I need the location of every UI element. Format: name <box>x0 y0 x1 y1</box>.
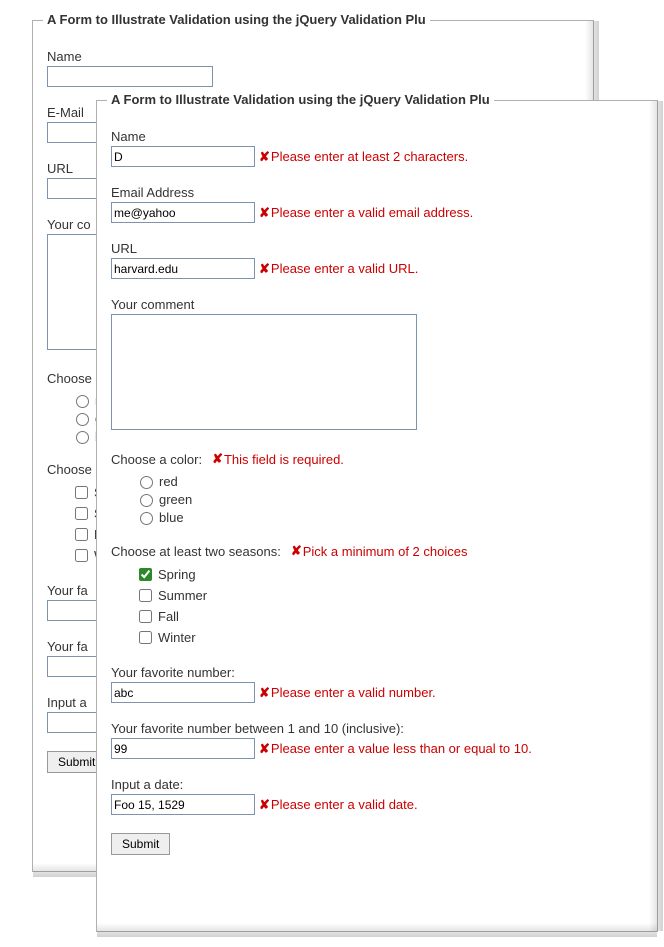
url-error: ✘Please enter a valid URL. <box>259 261 418 277</box>
error-icon: ✘ <box>259 205 270 221</box>
name-label: Name <box>111 129 643 144</box>
season-option-label: Winter <box>158 630 196 645</box>
form-legend: A Form to Illustrate Validation using th… <box>43 12 430 27</box>
error-text: Please enter a valid number. <box>271 685 436 700</box>
color-radio-green[interactable] <box>76 413 89 426</box>
submit-button[interactable]: Submit <box>111 833 170 855</box>
form-legend: A Form to Illustrate Validation using th… <box>107 92 494 107</box>
name-input[interactable] <box>111 146 255 167</box>
favnum-error: ✘Please enter a valid number. <box>259 685 436 701</box>
season-option-label: Fall <box>158 609 179 624</box>
favnum-input[interactable] <box>111 682 255 703</box>
color-option-label: blue <box>159 510 184 525</box>
color-error: ✘This field is required. <box>212 451 344 467</box>
seasons-label: Choose at least two seasons: <box>111 544 281 559</box>
season-checkbox-fall[interactable] <box>75 528 88 541</box>
season-checkbox-fall[interactable] <box>139 610 152 623</box>
color-label: Choose a color: <box>111 452 202 467</box>
error-text: Please enter a valid date. <box>271 797 418 812</box>
name-input[interactable] <box>47 66 213 87</box>
url-input[interactable] <box>111 258 255 279</box>
name-error: ✘Please enter at least 2 characters. <box>259 149 468 165</box>
email-label: Email Address <box>111 185 643 200</box>
error-icon: ✘ <box>212 451 223 467</box>
color-option-label: green <box>159 492 192 507</box>
color-radio-blue[interactable] <box>140 512 153 525</box>
seasons-label: Choose <box>47 462 92 477</box>
error-icon: ✘ <box>291 543 302 559</box>
error-text: Please enter at least 2 characters. <box>271 149 468 164</box>
season-checkbox-spring[interactable] <box>139 568 152 581</box>
season-checkbox-winter[interactable] <box>139 631 152 644</box>
color-option-label: red <box>159 474 178 489</box>
season-checkbox-spring[interactable] <box>75 486 88 499</box>
season-checkbox-summer[interactable] <box>139 589 152 602</box>
error-text: Please enter a valid URL. <box>271 261 418 276</box>
error-icon: ✘ <box>259 741 270 757</box>
form-panel-foreground: A Form to Illustrate Validation using th… <box>96 100 658 932</box>
error-icon: ✘ <box>259 261 270 277</box>
season-option-label: Summer <box>158 588 207 603</box>
favrange-label: Your favorite number between 1 and 10 (i… <box>111 721 643 736</box>
error-text: Pick a minimum of 2 choices <box>303 544 468 559</box>
comment-label: Your comment <box>111 297 643 312</box>
error-text: Please enter a value less than or equal … <box>271 741 532 756</box>
seasons-error: ✘Pick a minimum of 2 choices <box>291 543 468 559</box>
error-icon: ✘ <box>259 685 270 701</box>
favnum-label: Your favorite number: <box>111 665 643 680</box>
season-checkbox-winter[interactable] <box>75 549 88 562</box>
error-text: This field is required. <box>224 452 344 467</box>
error-icon: ✘ <box>259 797 270 813</box>
email-error: ✘Please enter a valid email address. <box>259 205 473 221</box>
date-label: Input a date: <box>111 777 643 792</box>
comment-textarea[interactable] <box>111 314 417 430</box>
date-error: ✘Please enter a valid date. <box>259 797 418 813</box>
color-radio-blue[interactable] <box>76 431 89 444</box>
name-label: Name <box>47 49 579 64</box>
date-input[interactable] <box>111 794 255 815</box>
favrange-input[interactable] <box>111 738 255 759</box>
error-text: Please enter a valid email address. <box>271 205 473 220</box>
season-option-label: Spring <box>158 567 196 582</box>
color-radio-green[interactable] <box>140 494 153 507</box>
season-checkbox-summer[interactable] <box>75 507 88 520</box>
color-radio-red[interactable] <box>76 395 89 408</box>
color-radio-red[interactable] <box>140 476 153 489</box>
error-icon: ✘ <box>259 149 270 165</box>
favrange-error: ✘Please enter a value less than or equal… <box>259 741 532 757</box>
url-label: URL <box>111 241 643 256</box>
color-label: Choose <box>47 371 92 386</box>
email-input[interactable] <box>111 202 255 223</box>
